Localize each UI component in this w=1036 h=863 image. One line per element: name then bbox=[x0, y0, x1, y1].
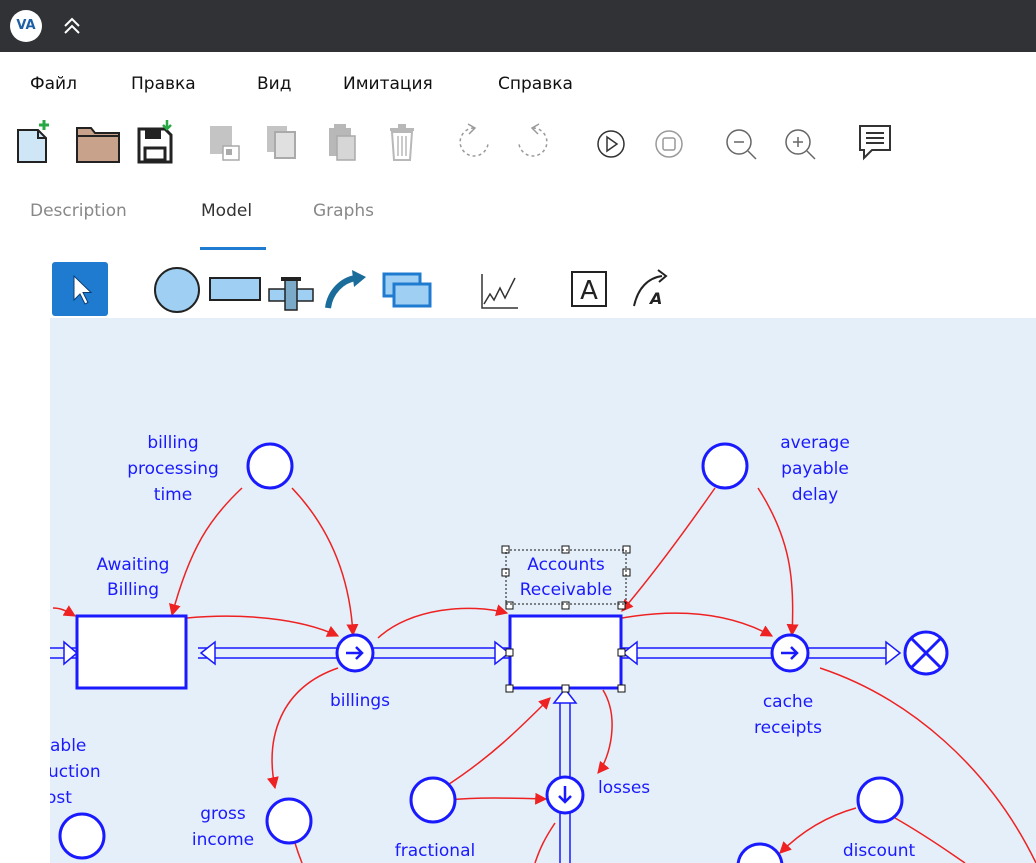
cloud-sink-icon[interactable] bbox=[903, 630, 949, 676]
flow-valve-losses[interactable] bbox=[545, 775, 585, 815]
variable-discount[interactable] bbox=[856, 776, 904, 824]
menu-bar: Файл Правка Вид Имитация Справка bbox=[0, 68, 1036, 100]
comment-icon[interactable] bbox=[856, 116, 894, 164]
model-canvas[interactable]: billing processing time Awaiting Billing… bbox=[50, 318, 1036, 863]
play-icon[interactable] bbox=[592, 116, 630, 164]
duplicate-icon[interactable] bbox=[263, 116, 301, 164]
toolbar bbox=[0, 108, 1036, 170]
text-icon[interactable]: A bbox=[568, 262, 612, 316]
flow-valve-icon[interactable] bbox=[267, 262, 315, 316]
menu-file[interactable]: Файл bbox=[30, 68, 77, 100]
label-cache-receipts: cache receipts bbox=[754, 692, 822, 738]
stop-icon[interactable] bbox=[650, 116, 688, 164]
element-palette: A A bbox=[0, 262, 1036, 318]
collapse-chevrons-icon[interactable] bbox=[60, 14, 84, 38]
menu-help[interactable]: Справка bbox=[498, 68, 573, 100]
label-line: Awaiting bbox=[97, 555, 170, 575]
variable-partial-bottom[interactable] bbox=[736, 842, 784, 863]
label-accounts-receivable: Accounts Receivable bbox=[520, 555, 613, 600]
variable-gross-income[interactable] bbox=[265, 797, 313, 845]
label-losses: losses bbox=[598, 778, 650, 798]
label-billings: billings bbox=[330, 691, 390, 711]
variable-partial-left[interactable] bbox=[58, 812, 106, 860]
tab-model[interactable]: Model bbox=[201, 201, 252, 221]
label-line: payable bbox=[781, 459, 849, 479]
svg-text:A: A bbox=[580, 276, 598, 306]
label-fractional: fractional bbox=[395, 841, 475, 861]
label-average-payable-delay: average payable delay bbox=[780, 433, 850, 505]
zoom-in-icon[interactable] bbox=[781, 116, 819, 164]
label-awaiting-billing: Awaiting Billing bbox=[97, 555, 170, 600]
zoom-out-icon[interactable] bbox=[722, 116, 760, 164]
variable-fractional[interactable] bbox=[409, 776, 457, 824]
menu-simulation[interactable]: Имитация bbox=[343, 68, 433, 100]
flow-pipe-cache-receipts[interactable] bbox=[621, 640, 902, 666]
link-arrow-icon[interactable] bbox=[322, 262, 370, 316]
label-partial-left: able uction ost bbox=[50, 736, 101, 808]
flow-pipe-awaiting-billing-in[interactable] bbox=[50, 640, 79, 666]
label-line: able bbox=[50, 736, 86, 756]
label-billing-processing-time: billing processing time bbox=[127, 433, 219, 505]
open-folder-icon[interactable] bbox=[74, 116, 124, 164]
variable-circle-icon[interactable] bbox=[150, 262, 204, 316]
tab-bar: Description Model Graphs bbox=[0, 195, 1036, 255]
label-line: average bbox=[780, 433, 850, 453]
stock-awaiting-billing[interactable] bbox=[75, 614, 188, 690]
label-line: delay bbox=[792, 485, 838, 505]
redo-icon[interactable] bbox=[515, 116, 553, 164]
label-line: income bbox=[192, 830, 254, 850]
label-line: cache bbox=[763, 692, 813, 712]
tab-description[interactable]: Description bbox=[30, 201, 127, 221]
flow-valve-cache-receipts[interactable] bbox=[770, 633, 810, 673]
undo-icon[interactable] bbox=[454, 116, 492, 164]
app-logo: VA bbox=[10, 10, 42, 42]
title-bar: VA bbox=[0, 0, 1036, 52]
menu-view[interactable]: Вид bbox=[257, 68, 291, 100]
stock-accounts-receivable[interactable] bbox=[508, 614, 623, 690]
graph-icon[interactable] bbox=[476, 262, 524, 316]
label-line: receipts bbox=[754, 718, 822, 738]
variable-billing-processing-time[interactable] bbox=[246, 442, 294, 490]
label-gross-income: gross income bbox=[192, 804, 254, 850]
delete-icon[interactable] bbox=[383, 116, 421, 164]
label-line: billing bbox=[147, 433, 198, 453]
copy-icon[interactable] bbox=[205, 116, 243, 164]
tab-graphs[interactable]: Graphs bbox=[313, 201, 374, 221]
label-line: Billing bbox=[107, 580, 159, 600]
module-icon[interactable] bbox=[380, 262, 432, 316]
label-line: uction bbox=[50, 762, 101, 782]
save-icon[interactable] bbox=[136, 116, 174, 164]
label-line: processing bbox=[127, 459, 219, 479]
flow-valve-billings[interactable] bbox=[335, 633, 375, 673]
label-line: gross bbox=[200, 804, 246, 824]
paste-icon[interactable] bbox=[323, 116, 361, 164]
new-file-icon[interactable] bbox=[14, 116, 52, 164]
label-line: ost bbox=[50, 788, 72, 808]
label-discount: discount bbox=[843, 841, 916, 861]
label-line: Receivable bbox=[520, 580, 613, 600]
variable-average-payable-delay[interactable] bbox=[701, 442, 749, 490]
stock-rectangle-icon[interactable] bbox=[207, 262, 263, 316]
svg-text:A: A bbox=[648, 289, 662, 308]
menu-edit[interactable]: Правка bbox=[131, 68, 196, 100]
label-line: time bbox=[154, 485, 192, 505]
select-pointer-icon[interactable] bbox=[52, 262, 108, 316]
active-tab-indicator bbox=[200, 247, 266, 250]
annotation-icon[interactable]: A bbox=[628, 262, 672, 316]
label-line: Accounts bbox=[527, 555, 605, 575]
